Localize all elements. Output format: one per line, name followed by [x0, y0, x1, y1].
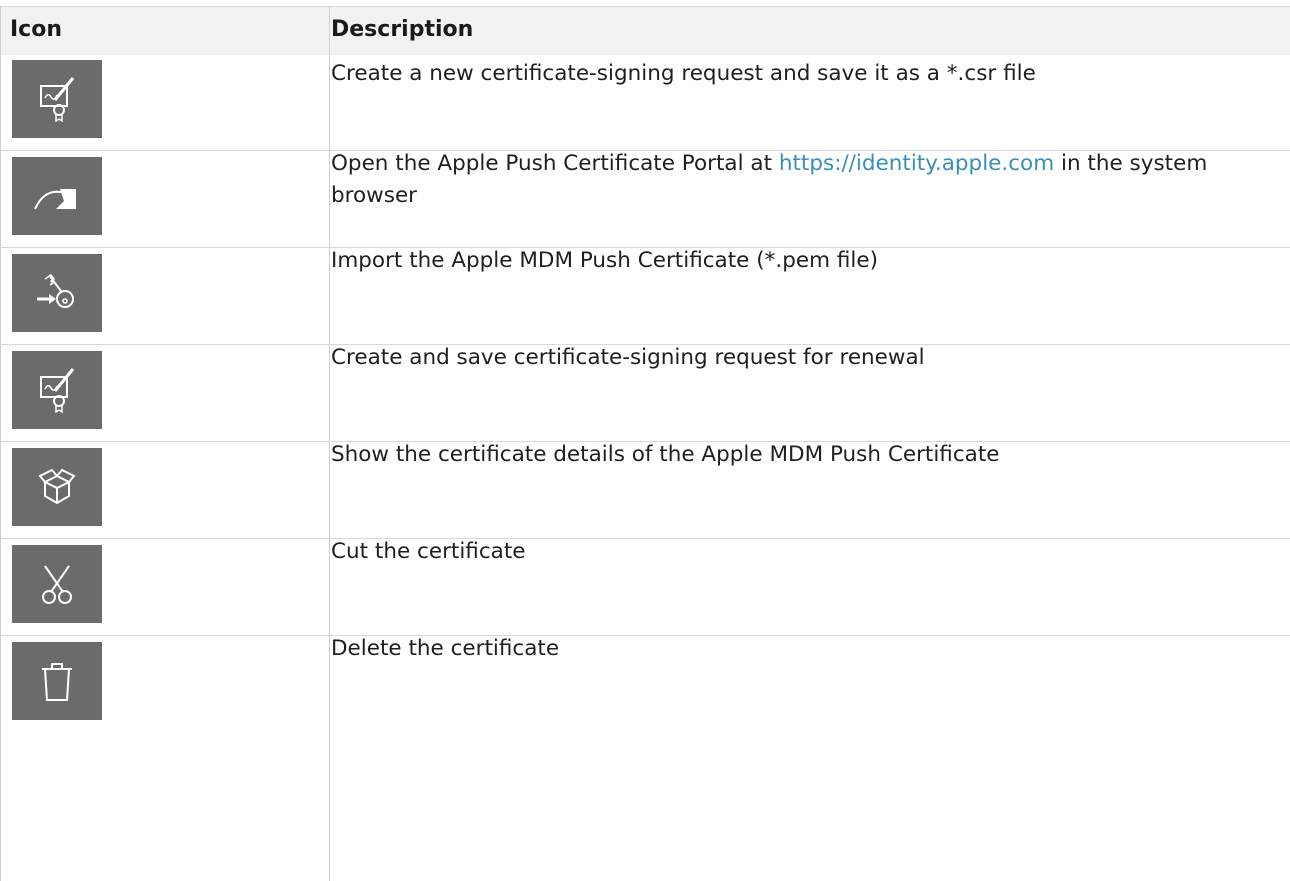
row-description: Show the certificate details of the Appl…	[331, 442, 1000, 467]
row-description: Create and save certificate-signing requ…	[331, 345, 925, 370]
table-row: Delete the certificate	[0, 636, 1290, 725]
trash-icon	[12, 642, 102, 720]
row-description: Cut the certificate	[331, 539, 526, 564]
table-row: Create a new certificate-signing request…	[0, 54, 1290, 143]
row-description: Open the Apple Push Certificate Portal a…	[331, 148, 1286, 212]
description-text: Open the Apple Push Certificate Portal a…	[331, 151, 779, 176]
table-header-row: Icon Description	[0, 6, 1290, 55]
table-row: Import the Apple MDM Push Certificate (*…	[0, 248, 1290, 337]
row-description: Import the Apple MDM Push Certificate (*…	[331, 248, 878, 273]
identity-apple-link[interactable]: https://identity.apple.com	[779, 151, 1054, 176]
table-row: Open the Apple Push Certificate Portal a…	[0, 151, 1290, 240]
header-icon: Icon	[10, 17, 63, 42]
redirect-arrow-icon	[12, 157, 102, 235]
header-description: Description	[331, 17, 474, 42]
import-key-icon	[12, 254, 102, 332]
open-box-icon	[12, 448, 102, 526]
icon-description-table: Icon Description Create a new certificat…	[0, 0, 1290, 881]
table-row: Show the certificate details of the Appl…	[0, 442, 1290, 531]
scissors-icon	[12, 545, 102, 623]
row-description: Delete the certificate	[331, 636, 560, 661]
certificate-sign-icon	[12, 60, 102, 138]
table-row: Create and save certificate-signing requ…	[0, 345, 1290, 434]
table-row: Cut the certificate	[0, 539, 1290, 628]
certificate-sign-icon	[12, 351, 102, 429]
row-description: Create a new certificate-signing request…	[331, 61, 1036, 86]
